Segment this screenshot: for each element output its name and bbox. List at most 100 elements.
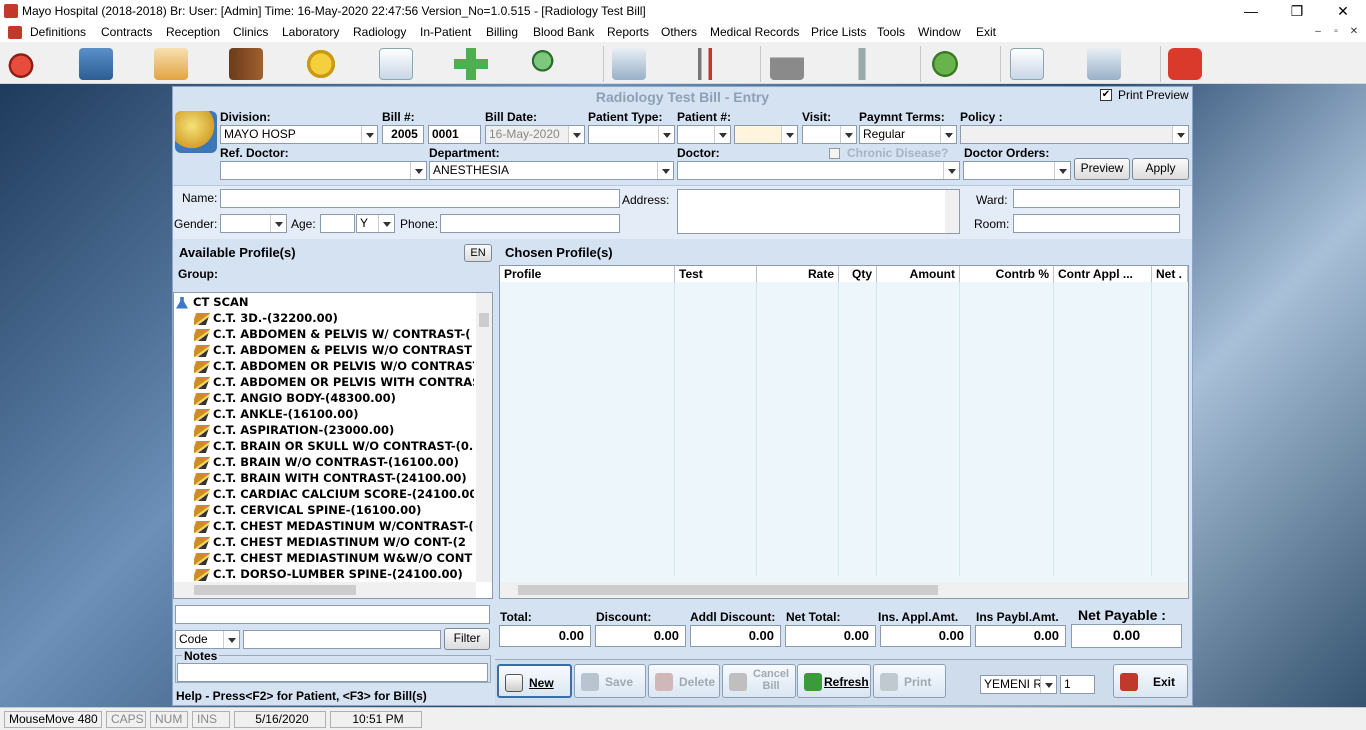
delete-button[interactable]: Delete — [648, 664, 720, 698]
menu-reports[interactable]: Reports — [607, 25, 649, 39]
list-item[interactable]: C.T. ABDOMEN OR PELVIS W/O CONTRAST — [194, 358, 474, 374]
column-qty[interactable]: Qty — [839, 266, 877, 282]
address-scrollbar[interactable] — [945, 190, 959, 233]
menu-medical-records[interactable]: Medical Records — [710, 25, 799, 39]
mdi-close-button[interactable]: ✕ — [1346, 25, 1362, 39]
patient-prefix-select[interactable] — [677, 125, 731, 144]
language-toggle-button[interactable]: EN — [464, 244, 492, 262]
profile-tree[interactable]: CT SCAN C.T. 3D.-(32200.00) C.T. ABDOMEN… — [173, 292, 493, 599]
coins-icon[interactable] — [304, 48, 338, 80]
tree-group[interactable]: CT SCAN — [176, 294, 249, 310]
list-item[interactable]: C.T. ABDOMEN OR PELVIS WITH CONTRAS — [194, 374, 474, 390]
menu-clinics[interactable]: Clinics — [233, 25, 268, 39]
column-test[interactable]: Test — [675, 266, 757, 282]
ward-field[interactable] — [1013, 189, 1180, 208]
menu-radiology[interactable]: Radiology — [353, 25, 406, 39]
add-icon[interactable] — [454, 48, 488, 80]
discount-field[interactable]: 0.00 — [595, 625, 686, 647]
list-item[interactable]: C.T. DORSO-LUMBER SPINE-(24100.00) — [194, 566, 474, 582]
print-button[interactable]: Print — [873, 664, 946, 698]
money-hand-icon[interactable] — [928, 48, 962, 80]
checklist-icon[interactable] — [379, 48, 413, 80]
checklist-red-icon[interactable] — [1010, 48, 1044, 80]
list-item[interactable]: C.T. CHEST MEDASTINUM W/CONTRAST-( — [194, 518, 474, 534]
column-net[interactable]: Net . — [1152, 266, 1188, 282]
doctor-orders-select[interactable] — [963, 161, 1071, 180]
patient-type-select[interactable] — [588, 125, 675, 144]
power-icon[interactable] — [1168, 48, 1202, 80]
filter-button[interactable]: Filter — [444, 628, 490, 650]
bill-year-field[interactable]: 2005 — [382, 125, 424, 144]
column-contr-appl[interactable]: Contr Appl ... — [1054, 266, 1152, 282]
menu-exit[interactable]: Exit — [976, 25, 996, 39]
search-by-select[interactable]: Code — [175, 630, 240, 649]
doctor-select[interactable] — [677, 161, 960, 180]
ref-doctor-select[interactable] — [220, 161, 427, 180]
certificate-icon[interactable] — [154, 48, 188, 80]
dollar-doc-icon[interactable] — [612, 48, 646, 80]
menu-others[interactable]: Others — [661, 25, 697, 39]
tree-horizontal-scrollbar[interactable] — [174, 582, 476, 598]
list-item[interactable]: C.T. ABDOMEN & PELVIS W/ CONTRAST-( — [194, 326, 474, 342]
preview-button[interactable]: Preview — [1074, 158, 1130, 180]
scroll-thumb[interactable] — [479, 313, 489, 327]
chronic-disease-checkbox[interactable] — [829, 148, 840, 159]
cancel-bill-button[interactable]: Cancel Bill — [722, 664, 796, 698]
address-field[interactable] — [677, 189, 960, 234]
division-select[interactable]: MAYO HOSP — [220, 125, 378, 144]
refresh-button[interactable]: Refresh — [797, 664, 871, 698]
currency-select[interactable]: YEMENI R — [980, 675, 1057, 694]
column-contrb-pct[interactable]: Contrb % — [960, 266, 1054, 282]
mdi-restore-button[interactable]: ▫ — [1328, 25, 1344, 39]
visit-select[interactable] — [802, 125, 857, 144]
menu-contracts[interactable]: Contracts — [101, 25, 152, 39]
menu-window[interactable]: Window — [918, 25, 961, 39]
mdi-minimize-button[interactable]: – — [1310, 25, 1326, 39]
list-item[interactable]: C.T. BRAIN OR SKULL W/O CONTRAST-(0. — [194, 438, 474, 454]
new-button[interactable]: New — [497, 664, 572, 698]
addl-discount-field[interactable]: 0.00 — [690, 625, 781, 647]
room-field[interactable] — [1013, 214, 1180, 233]
list-item[interactable]: C.T. CERVICAL SPINE-(16100.00) — [194, 502, 474, 518]
bill-date-picker[interactable]: 16-May-2020 — [485, 125, 585, 144]
restore-button[interactable]: ❐ — [1274, 0, 1320, 22]
list-item[interactable]: C.T. CHEST MEDIASTINUM W&W/O CONT — [194, 550, 474, 566]
search-person-icon[interactable] — [529, 48, 563, 80]
column-amount[interactable]: Amount — [877, 266, 960, 282]
close-button[interactable]: ✕ — [1320, 0, 1366, 22]
scroll-thumb[interactable] — [518, 585, 938, 595]
list-item[interactable]: C.T. CARDIAC CALCIUM SCORE-(24100.00 — [194, 486, 474, 502]
list-item[interactable]: C.T. CHEST MEDIASTINUM W/O CONT-(2 — [194, 534, 474, 550]
column-profile[interactable]: Profile — [500, 266, 675, 282]
chosen-profiles-grid[interactable]: Profile Test Rate Qty Amount Contrb % Co… — [499, 265, 1189, 599]
list-item[interactable]: C.T. BRAIN WITH CONTRAST-(24100.00) — [194, 470, 474, 486]
menu-reception[interactable]: Reception — [166, 25, 220, 39]
department-select[interactable]: ANESTHESIA — [429, 161, 674, 180]
door-icon[interactable] — [229, 48, 263, 80]
payment-terms-select[interactable]: Regular — [859, 125, 957, 144]
print-preview-checkbox[interactable]: ✔ — [1100, 89, 1112, 101]
instruments-icon[interactable] — [688, 48, 722, 80]
list-item[interactable]: C.T. ABDOMEN & PELVIS W/O CONTRAST — [194, 342, 474, 358]
age-unit-select[interactable]: Y — [356, 214, 395, 233]
save-button[interactable]: Save — [574, 664, 646, 698]
search-input[interactable] — [243, 630, 441, 649]
minimize-button[interactable]: — — [1228, 0, 1274, 22]
column-rate[interactable]: Rate — [757, 266, 839, 282]
menu-blood-bank[interactable]: Blood Bank — [533, 25, 594, 39]
patient-number-field[interactable] — [734, 125, 798, 144]
pipe-icon[interactable] — [845, 48, 879, 80]
list-item[interactable]: C.T. ANKLE-(16100.00) — [194, 406, 474, 422]
copies-field[interactable]: 1 — [1060, 675, 1095, 694]
phone-icon[interactable] — [4, 48, 38, 80]
dollar-doc2-icon[interactable] — [1087, 48, 1121, 80]
menu-in-patient[interactable]: In-Patient — [420, 25, 471, 39]
menu-price-lists[interactable]: Price Lists — [811, 25, 866, 39]
age-field[interactable] — [320, 214, 355, 233]
list-item[interactable]: C.T. ASPIRATION-(23000.00) — [194, 422, 474, 438]
menu-definitions[interactable]: Definitions — [30, 25, 86, 39]
exit-button[interactable]: Exit — [1113, 664, 1188, 698]
gender-select[interactable] — [220, 214, 287, 233]
phone-field[interactable] — [440, 214, 620, 233]
name-field[interactable] — [220, 189, 620, 208]
